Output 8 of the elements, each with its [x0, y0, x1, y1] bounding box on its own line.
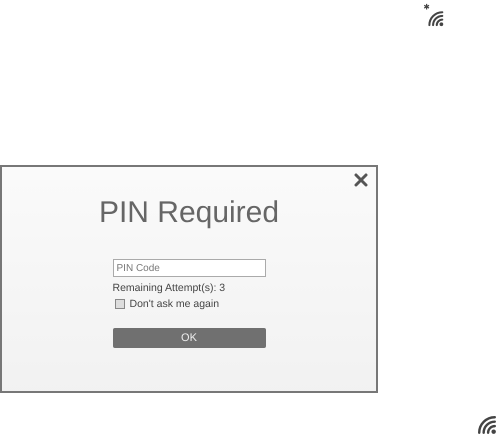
close-icon[interactable] [354, 173, 368, 187]
wifi-icon [477, 414, 497, 436]
remaining-attempts-text: Remaining Attempt(s): 3 [112, 282, 226, 294]
ok-button[interactable]: OK [112, 328, 266, 348]
pin-field[interactable]: PIN Code [112, 259, 266, 277]
dialog-title: PIN Required [98, 195, 280, 231]
checkbox[interactable] [114, 299, 124, 309]
checkbox-label[interactable]: Don't ask me again [130, 298, 220, 310]
